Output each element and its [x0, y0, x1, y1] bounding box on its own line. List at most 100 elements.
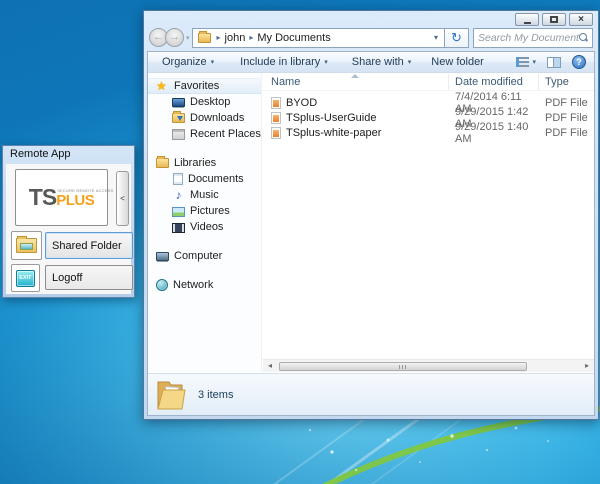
- open-folder-icon: [156, 378, 186, 412]
- search-icon[interactable]: [579, 33, 588, 42]
- sidebar-item-desktop[interactable]: Desktop: [148, 94, 261, 110]
- file-name-cell: BYOD: [263, 97, 449, 109]
- search-box: [473, 28, 593, 48]
- pdf-file-icon: [271, 112, 281, 124]
- network-icon: [156, 279, 168, 291]
- sidebar-item-pictures[interactable]: Pictures: [148, 203, 261, 219]
- breadcrumb-separator-icon: ▸: [249, 33, 253, 42]
- explorer-client-area: Organize ▾ Include in library ▾ Share wi…: [147, 51, 595, 416]
- sidebar-spacer: [148, 264, 261, 277]
- sidebar-item-network[interactable]: Network: [148, 277, 261, 293]
- sidebar-item-videos[interactable]: Videos: [148, 219, 261, 235]
- address-bar: ← → ▾ ▸ john ▸ My Documents ▾ ↻: [149, 27, 593, 48]
- sidebar-item-favorites[interactable]: ★ Favorites: [148, 78, 261, 94]
- logoff-button[interactable]: Logoff: [45, 265, 133, 290]
- collapse-panel-button[interactable]: <: [116, 171, 129, 226]
- tsplus-logo-panel: TS SECURE REMOTE ACCESS PLUS: [15, 169, 108, 226]
- chevron-down-icon: ▾: [408, 58, 412, 66]
- organize-button[interactable]: Organize ▾: [156, 54, 220, 70]
- sidebar-label: Documents: [188, 173, 244, 185]
- sidebar-item-documents[interactable]: Documents: [148, 171, 261, 187]
- logo-plus-text: PLUS: [56, 192, 94, 209]
- desktop-icon: [172, 98, 185, 107]
- file-type-cell: PDF File: [539, 97, 594, 109]
- forward-button[interactable]: →: [165, 28, 184, 47]
- recent-places-icon: [172, 129, 185, 140]
- logo-ts-text: TS: [29, 186, 56, 209]
- include-in-library-button[interactable]: Include in library ▾: [234, 54, 334, 70]
- sidebar-label: Libraries: [174, 157, 216, 169]
- remote-app-window: Remote App TS SECURE REMOTE ACCESS PLUS …: [2, 145, 135, 298]
- logoff-icon-button[interactable]: EXIT: [11, 264, 40, 292]
- file-row[interactable]: TSplus-UserGuide 9/29/2015 1:42 AM PDF F…: [263, 110, 594, 125]
- minimize-button[interactable]: [515, 13, 539, 26]
- help-button[interactable]: ?: [572, 55, 586, 69]
- sidebar-item-libraries[interactable]: Libraries: [148, 155, 261, 171]
- shared-folder-icon: [16, 238, 37, 253]
- exit-icon: EXIT: [16, 270, 35, 287]
- sidebar-item-music[interactable]: ♪ Music: [148, 187, 261, 203]
- preview-pane-button[interactable]: [547, 57, 561, 68]
- file-type-cell: PDF File: [539, 112, 594, 124]
- window-controls: ×: [515, 13, 593, 26]
- file-name: TSplus-UserGuide: [286, 112, 376, 124]
- sidebar-label: Favorites: [174, 80, 219, 92]
- sidebar-label: Videos: [190, 221, 223, 233]
- column-header-date-modified[interactable]: Date modified: [449, 74, 539, 90]
- breadcrumb-item-john[interactable]: john: [225, 32, 246, 44]
- explorer-window: × ← → ▾ ▸ john ▸ My Documents ▾ ↻ Organi…: [143, 10, 599, 420]
- folder-icon: [198, 33, 211, 43]
- share-with-button[interactable]: Share with ▾: [346, 54, 418, 70]
- maximize-icon: [550, 16, 558, 23]
- file-name: TSplus-white-paper: [286, 127, 381, 139]
- sidebar-item-computer[interactable]: Computer: [148, 248, 261, 264]
- recent-pages-dropdown[interactable]: ▾: [186, 34, 190, 42]
- file-rows: BYOD 7/4/2014 6:11 AM PDF File TSplus-Us…: [263, 91, 594, 140]
- maximize-button[interactable]: [542, 13, 566, 26]
- breadcrumb-separator-icon: ▸: [217, 33, 221, 42]
- include-in-library-label: Include in library: [240, 56, 320, 68]
- sort-ascending-icon: [351, 74, 359, 78]
- pictures-icon: [172, 207, 185, 217]
- file-name-cell: TSplus-UserGuide: [263, 112, 449, 124]
- refresh-button[interactable]: ↻: [445, 28, 469, 48]
- remote-app-body: TS SECURE REMOTE ACCESS PLUS < Shared Fo…: [6, 164, 131, 294]
- shared-folder-icon-button[interactable]: [11, 231, 42, 260]
- minimize-icon: [524, 22, 531, 24]
- logo-tagline: SECURE REMOTE ACCESS: [57, 188, 113, 193]
- search-input[interactable]: [478, 32, 579, 44]
- breadcrumb[interactable]: ▸ john ▸ My Documents ▾: [192, 28, 445, 48]
- scroll-left-arrow[interactable]: ◂: [263, 360, 277, 372]
- sidebar-label: Network: [173, 279, 213, 291]
- pdf-file-icon: [271, 97, 281, 109]
- navigation-pane: ★ Favorites Desktop Downloads Recent Pla…: [148, 74, 262, 372]
- tsplus-logo: TS SECURE REMOTE ACCESS PLUS: [29, 186, 94, 209]
- views-icon: [516, 57, 529, 67]
- command-toolbar: Organize ▾ Include in library ▾ Share wi…: [148, 52, 594, 73]
- change-view-button[interactable]: ▾: [516, 57, 536, 67]
- sidebar-label: Downloads: [190, 112, 244, 124]
- scrollbar-thumb[interactable]: [279, 362, 527, 371]
- documents-icon: [173, 173, 183, 185]
- sidebar-label: Music: [190, 189, 219, 201]
- star-icon: ★: [156, 81, 169, 92]
- sidebar-item-recent-places[interactable]: Recent Places: [148, 126, 261, 142]
- shared-folder-button[interactable]: Shared Folder: [45, 232, 133, 259]
- sidebar-spacer: [148, 142, 261, 155]
- file-row[interactable]: BYOD 7/4/2014 6:11 AM PDF File: [263, 95, 594, 110]
- file-name-cell: TSplus-white-paper: [263, 127, 449, 139]
- sidebar-item-downloads[interactable]: Downloads: [148, 110, 261, 126]
- address-dropdown-icon[interactable]: ▾: [431, 33, 441, 42]
- new-folder-label: New folder: [431, 56, 484, 68]
- close-button[interactable]: ×: [569, 13, 593, 26]
- horizontal-scrollbar[interactable]: ◂ ▸: [263, 359, 594, 372]
- remote-app-title: Remote App: [3, 146, 134, 163]
- file-row[interactable]: TSplus-white-paper 9/29/2015 1:40 AM PDF…: [263, 125, 594, 140]
- file-name: BYOD: [286, 97, 317, 109]
- breadcrumb-item-my-documents[interactable]: My Documents: [257, 32, 330, 44]
- chevron-down-icon: ▾: [324, 58, 328, 66]
- column-header-type[interactable]: Type: [539, 74, 594, 90]
- chevron-down-icon: ▾: [211, 58, 215, 66]
- new-folder-button[interactable]: New folder: [425, 54, 490, 70]
- scroll-right-arrow[interactable]: ▸: [580, 360, 594, 372]
